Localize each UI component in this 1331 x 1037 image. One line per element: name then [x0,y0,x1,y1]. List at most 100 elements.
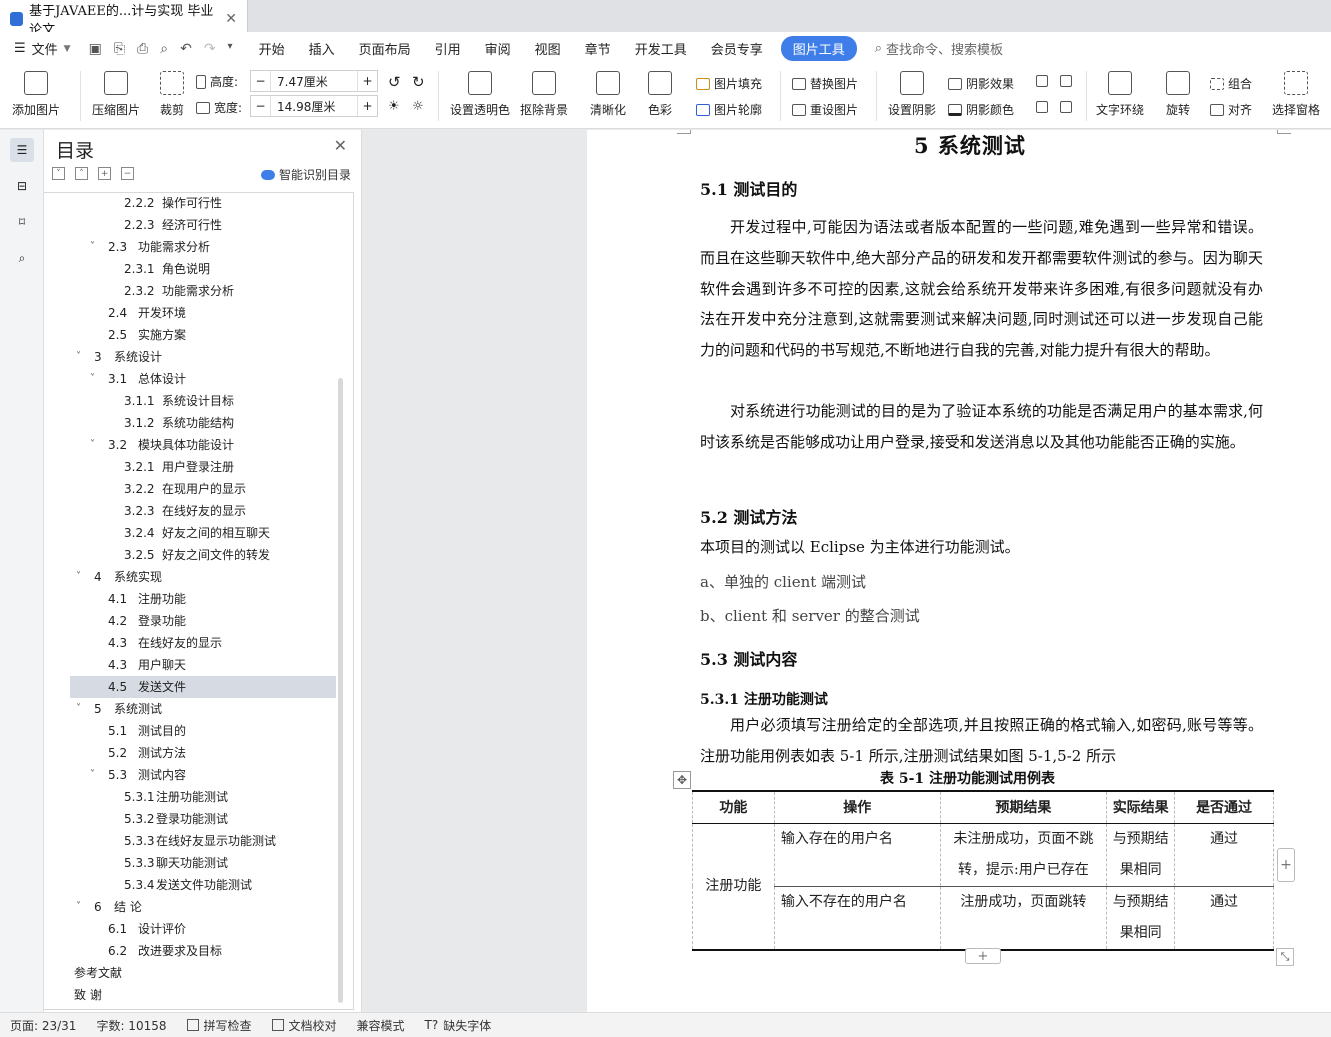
shadow-effect-button[interactable]: 阴影效果 [948,75,1014,92]
print-icon[interactable]: ⎙ [137,41,148,57]
search-icon[interactable]: ⌕ [10,246,34,270]
close-icon[interactable]: ✕ [334,136,347,155]
group-button[interactable]: 组合 [1210,75,1252,92]
toc-item[interactable]: 4.5 发送文件 [70,676,336,698]
more-icon[interactable]: ▾ [228,41,233,57]
shadow-left-icon[interactable] [1036,101,1048,113]
contrast-icon[interactable]: ☼ [412,99,424,114]
menu-item-layout[interactable]: 页面布局 [347,39,423,58]
undo-icon[interactable]: ↶ [180,41,192,57]
toc-item[interactable]: 3.2.3 在线好友的显示 [70,500,336,522]
decrease-icon[interactable]: − [251,71,271,91]
shadow-down-icon[interactable] [1060,75,1072,87]
menu-item-start[interactable]: 开始 [247,39,297,58]
table-cell[interactable]: 通过 [1174,823,1274,887]
color-button[interactable]: 色彩 [648,71,672,118]
menu-item-member[interactable]: 会员专享 [699,39,775,58]
toc-item[interactable]: 4.1 注册功能 [70,588,336,610]
picture-outline-button[interactable]: 图片轮廓 [696,101,762,118]
menu-item-review[interactable]: 审阅 [473,39,523,58]
export-icon[interactable]: ⎘ [114,41,125,57]
menu-item-picture-tools[interactable]: 图片工具 [780,36,857,61]
chevron-down-icon[interactable]: ˅ [90,236,95,258]
toc-item[interactable]: 4.2 登录功能 [70,610,336,632]
remove-heading-icon[interactable]: − [121,167,134,180]
add-row-button[interactable]: + [965,948,1001,964]
add-column-button[interactable]: + [1277,848,1295,882]
spell-check-toggle[interactable]: 拼写检查 [177,1017,262,1034]
close-icon[interactable]: ✕ [225,11,237,27]
align-button[interactable]: 对齐 [1210,101,1252,118]
shadow-right-icon[interactable] [1060,101,1072,113]
file-menu[interactable]: ☰ 文件 ▼ [0,39,83,58]
toc-item[interactable]: 5.3.2 登录功能测试 [70,808,336,830]
shadow-color-button[interactable]: 阴影颜色 [948,101,1014,118]
remove-background-button[interactable]: 抠除背景 [520,71,568,118]
rotate-left-icon[interactable]: ↺ [388,73,401,91]
table-resize-handle[interactable]: ⤡ [1276,948,1294,966]
toc-item[interactable]: ˅ 5 系统测试 [70,698,336,720]
toc-item[interactable]: 5.3.3 在线好友显示功能测试 [70,830,336,852]
page-count[interactable]: 页面: 23/31 [0,1017,86,1034]
toc-item[interactable]: ˅ 2.3 功能需求分析 [70,236,336,258]
toc-item[interactable]: 2.3.1 角色说明 [70,258,336,280]
height-stepper[interactable]: − 7.47厘米 + [250,70,378,92]
toc-item[interactable]: 参考文献 [70,962,336,984]
chevron-down-icon[interactable]: ˅ [76,346,81,368]
navigation-icon[interactable]: ⊟ [10,174,34,198]
increase-icon[interactable]: + [357,71,377,91]
chevron-down-icon[interactable]: ˅ [90,368,95,390]
rotate-button[interactable]: 旋转 [1166,71,1190,118]
selection-pane-button[interactable]: 选择窗格 [1272,71,1320,118]
toc-item[interactable]: 3.2.1 用户登录注册 [70,456,336,478]
menu-item-view[interactable]: 视图 [523,39,573,58]
toc-item[interactable]: 3.1.2 系统功能结构 [70,412,336,434]
toc-item[interactable]: ˅ 3 系统设计 [70,346,336,368]
word-count[interactable]: 字数: 10158 [86,1017,176,1034]
toc-item[interactable]: 5.3.1 注册功能测试 [70,786,336,808]
toc-item[interactable]: ˅ 3.2 模块具体功能设计 [70,434,336,456]
expand-up-icon[interactable]: ˄ [75,167,88,180]
replace-image-button[interactable]: 替换图片 [792,75,858,92]
rotate-right-icon[interactable]: ↻ [412,73,425,91]
chevron-down-icon[interactable]: ˅ [90,434,95,456]
toc-item[interactable]: 5.1 测试目的 [70,720,336,742]
toc-scrollbar[interactable] [338,378,343,1003]
bookmark-icon[interactable]: ⌑ [10,210,34,234]
document-proofread[interactable]: 文档校对 [262,1017,347,1034]
save-icon[interactable]: ▣ [89,41,102,57]
brightness-icon[interactable]: ☀ [388,99,400,114]
table-cell-feature[interactable]: 注册功能 [692,823,775,951]
menu-item-reference[interactable]: 引用 [423,39,473,58]
toc-item[interactable]: ˅ 6 结 论 [70,896,336,918]
sharpen-button[interactable]: 清晰化 [590,71,626,118]
toc-item[interactable]: 5.3.4 发送文件功能测试 [70,874,336,896]
toc-item[interactable]: 5.3.3 聊天功能测试 [70,852,336,874]
add-heading-icon[interactable]: + [98,167,111,180]
menu-item-insert[interactable]: 插入 [297,39,347,58]
set-shadow-button[interactable]: 设置阴影 [888,71,936,118]
width-value[interactable]: 14.98厘米 [271,98,357,115]
toc-item[interactable]: 4.3 用户聊天 [70,654,336,676]
shadow-up-icon[interactable] [1036,75,1048,87]
redo-icon[interactable]: ↷ [204,41,216,57]
table-cell[interactable]: 与预期结果相同 [1106,823,1175,887]
toc-item[interactable]: 3.2.4 好友之间的相互聊天 [70,522,336,544]
toc-item[interactable]: 致 谢 [70,984,336,1006]
table-cell[interactable]: 通过 [1174,886,1274,951]
decrease-icon[interactable]: − [251,96,271,116]
reset-image-button[interactable]: 重设图片 [792,101,858,118]
compat-mode[interactable]: 兼容模式 [347,1017,415,1034]
smart-toc-button[interactable]: 智能识别目录 [260,166,351,183]
command-search[interactable]: ⌕ 查找命令、搜索模板 [863,39,1015,58]
toc-item[interactable]: 5.2 测试方法 [70,742,336,764]
toc-item[interactable]: ˅ 4 系统实现 [70,566,336,588]
table-cell[interactable]: 注册成功，页面跳转 [939,886,1107,951]
text-wrap-button[interactable]: 文字环绕 [1096,71,1144,118]
chevron-down-icon[interactable]: ˅ [90,764,95,786]
menu-item-devtools[interactable]: 开发工具 [623,39,699,58]
chevron-down-icon[interactable]: ˅ [76,566,81,588]
chevron-down-icon[interactable]: ˅ [76,698,81,720]
toc-item[interactable]: 6.2 改进要求及目标 [70,940,336,962]
toc-item[interactable]: 2.2.2 操作可行性 [70,192,336,214]
